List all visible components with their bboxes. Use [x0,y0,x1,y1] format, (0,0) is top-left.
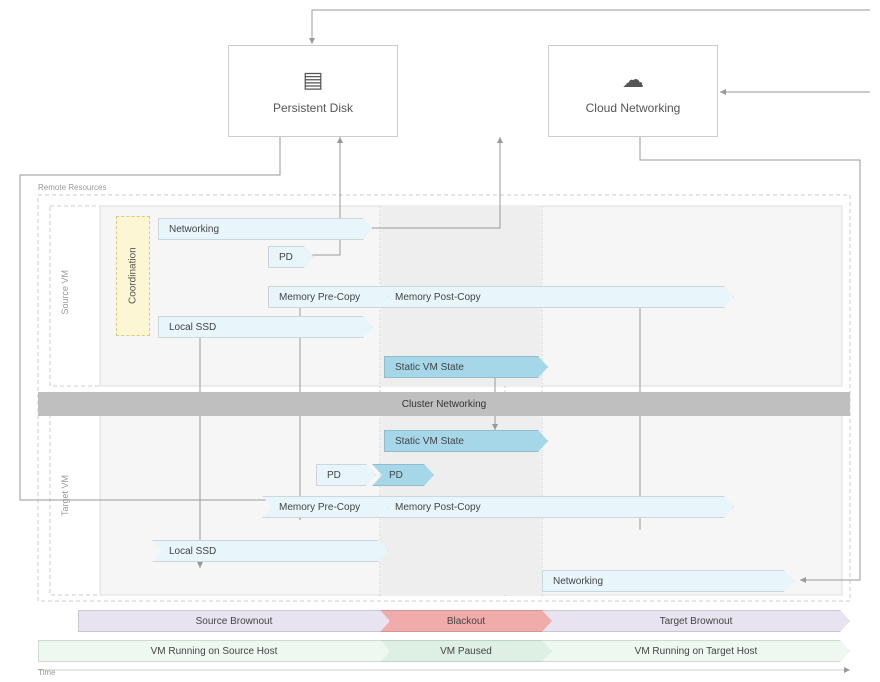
pd-tgt-a: PD [316,464,376,486]
remote-resources-label: Remote Resources [38,183,106,192]
state-tgt-running: VM Running on Target Host [542,640,850,662]
mem-post-src: Memory Post-Copy [378,286,734,308]
persistent-disk-box: ▤ Persistent Disk [228,45,398,137]
static-vm-src: Static VM State [384,356,548,378]
phase-tgt-brownout: Target Brownout [542,610,850,632]
disk-icon: ▤ [303,67,324,93]
state-src-running: VM Running on Source Host [38,640,390,662]
persistent-disk-label: Persistent Disk [273,101,353,115]
local-ssd-tgt: Local SSD [152,540,388,562]
mem-pre-tgt: Memory Pre-Copy [262,496,388,518]
cloud-networking-label: Cloud Networking [586,101,681,115]
mem-post-tgt: Memory Post-Copy [378,496,734,518]
networking-tgt: Networking [542,570,794,592]
coordination-box: Coordination [116,216,150,336]
phase-blackout: Blackout [380,610,552,632]
static-vm-tgt: Static VM State [384,430,548,452]
cluster-networking-band: Cluster Networking [38,392,850,416]
mem-pre-src: Memory Pre-Copy [268,286,388,308]
cloud-icon: ☁ [622,67,644,93]
state-paused: VM Paused [380,640,552,662]
local-ssd-src: Local SSD [158,316,373,338]
networking-src: Networking [158,218,373,240]
time-axis-label: Time [38,668,55,677]
source-vm-label: Source VM [60,270,70,315]
coordination-label: Coordination [128,248,139,305]
target-vm-label: Target VM [60,475,70,516]
cloud-networking-box: ☁ Cloud Networking [548,45,718,137]
phase-src-brownout: Source Brownout [78,610,390,632]
